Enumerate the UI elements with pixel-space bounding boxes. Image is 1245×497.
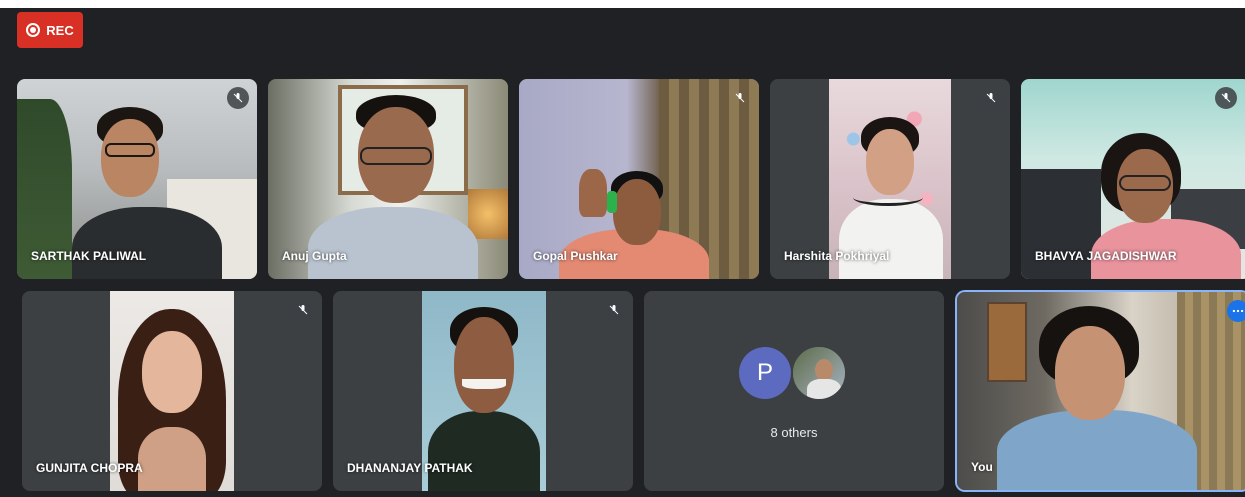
more-options-icon[interactable] xyxy=(1227,300,1245,322)
participant-tile[interactable]: GUNJITA CHOPRA xyxy=(22,291,322,491)
participant-tile[interactable]: BHAVYA JAGADISHWAR xyxy=(1021,79,1245,279)
recording-badge[interactable]: REC xyxy=(17,12,83,48)
participant-name: You xyxy=(971,460,993,474)
participant-tile[interactable]: Gopal Pushkar xyxy=(519,79,759,279)
mic-off-icon[interactable] xyxy=(227,87,249,109)
participant-name: Harshita Pokhriyal xyxy=(784,249,890,263)
mic-off-icon[interactable] xyxy=(292,299,314,321)
self-view-tile[interactable]: You xyxy=(957,292,1245,490)
meeting-stage: REC SARTHAK PALIWAL Anuj Gupta Gopal Pus… xyxy=(0,8,1245,497)
participant-name: DHANANJAY PATHAK xyxy=(347,461,473,475)
participant-tile[interactable]: Anuj Gupta xyxy=(268,79,508,279)
participant-tile[interactable]: Harshita Pokhriyal xyxy=(770,79,1010,279)
mic-off-icon[interactable] xyxy=(980,87,1002,109)
participant-tile[interactable]: SARTHAK PALIWAL xyxy=(17,79,257,279)
recording-label: REC xyxy=(46,22,74,38)
participant-name: GUNJITA CHOPRA xyxy=(36,461,143,475)
mic-off-icon[interactable] xyxy=(729,87,751,109)
avatar: P xyxy=(739,347,791,399)
mic-off-icon[interactable] xyxy=(603,299,625,321)
participant-tile[interactable]: DHANANJAY PATHAK xyxy=(333,291,633,491)
mic-off-icon[interactable] xyxy=(1215,87,1237,109)
participant-name: Anuj Gupta xyxy=(282,249,347,263)
participant-name: BHAVYA JAGADISHWAR xyxy=(1035,249,1177,263)
participant-name: SARTHAK PALIWAL xyxy=(31,249,147,263)
others-tile[interactable]: P 8 others xyxy=(644,291,944,491)
participant-name: Gopal Pushkar xyxy=(533,249,618,263)
avatar xyxy=(791,345,847,401)
others-count: 8 others xyxy=(770,425,818,440)
record-icon xyxy=(26,23,41,37)
